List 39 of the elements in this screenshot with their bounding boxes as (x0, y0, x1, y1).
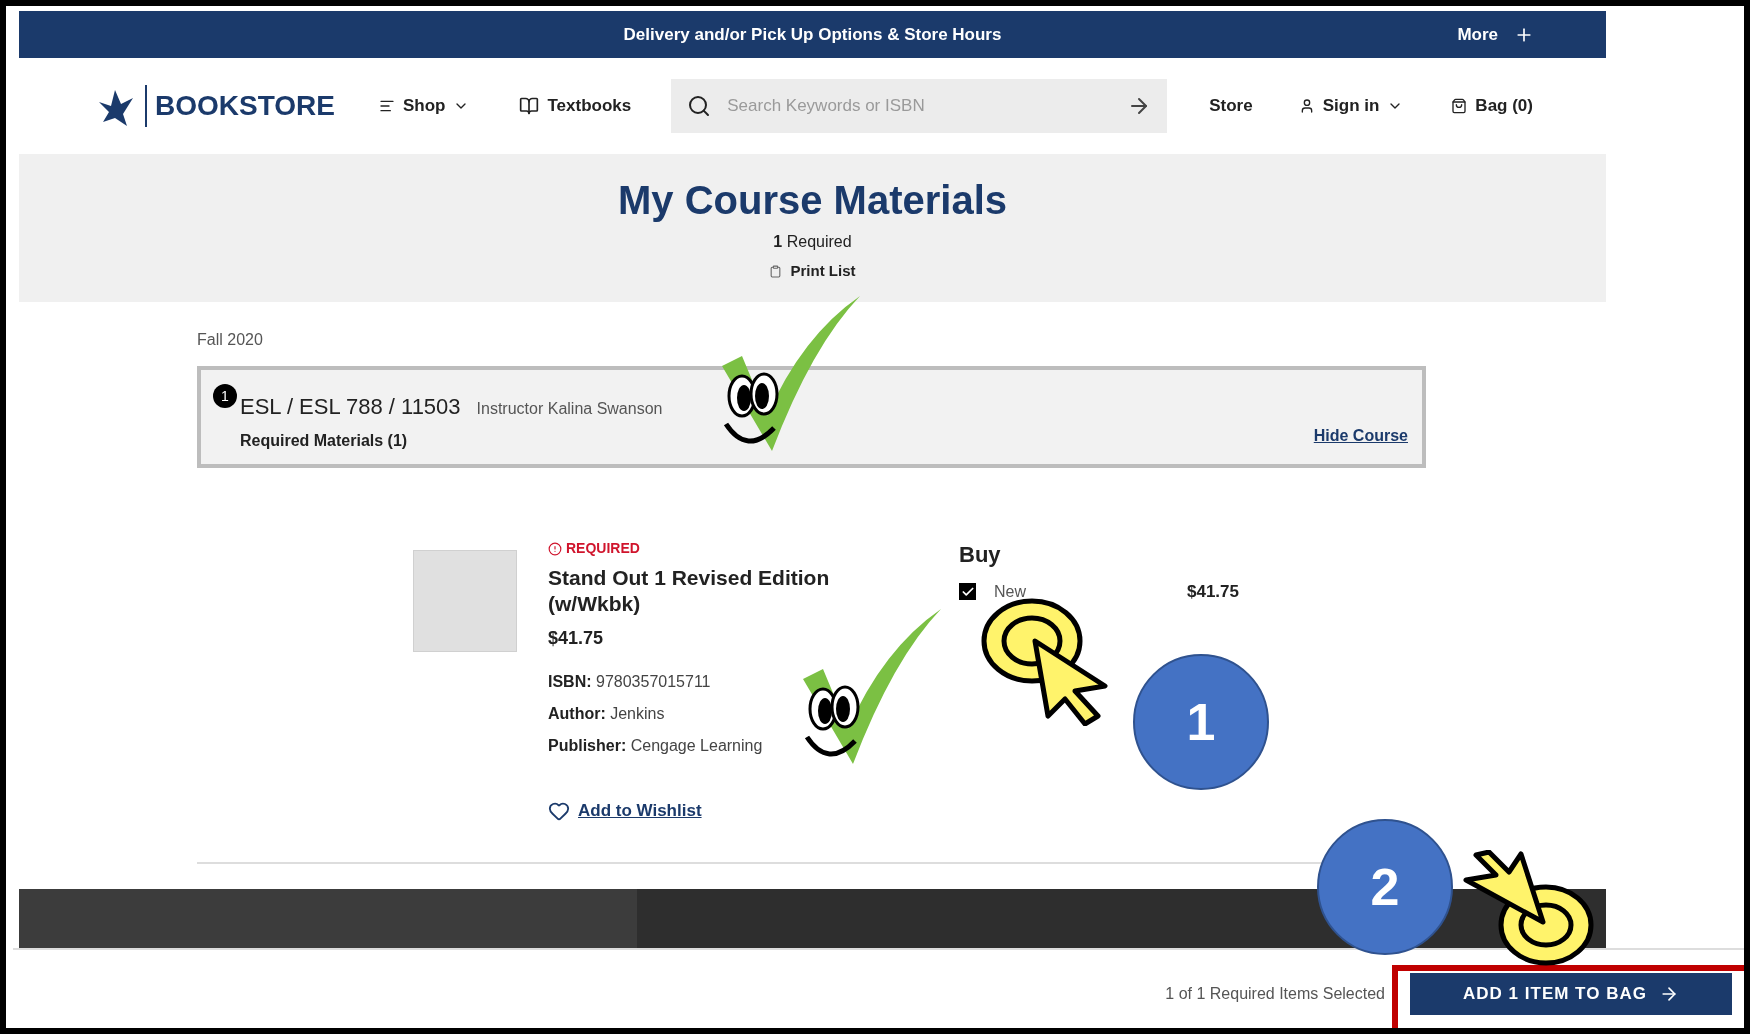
required-label: REQUIRED (548, 538, 640, 559)
clipboard-icon (769, 264, 783, 278)
checkbox[interactable] (959, 583, 976, 601)
menu-icon (378, 98, 395, 114)
add-to-wishlist-link[interactable]: Add to Wishlist (548, 798, 948, 824)
page-title: My Course Materials (618, 177, 1007, 224)
bag-link[interactable]: Bag (0) (1451, 93, 1533, 119)
step-number-callout: 1 (1133, 654, 1269, 790)
sign-in-menu[interactable]: Sign in (1298, 93, 1404, 119)
announcement-text[interactable]: Delivery and/or Pick Up Options & Store Hours (623, 21, 1002, 48)
book-icon (519, 96, 540, 116)
bookstore-logo[interactable]: BOOKSTORE (97, 84, 335, 128)
product-price: $41.75 (548, 627, 605, 650)
add-to-bag-button[interactable]: ADD 1 ITEM TO BAG (1410, 973, 1732, 1015)
alert-icon (548, 541, 562, 556)
product-title: Stand Out 1 Revised Edition (w/Wkbk) (548, 565, 831, 617)
course-number-badge: 1 (213, 384, 237, 408)
search-icon (687, 94, 712, 118)
shop-menu[interactable]: Shop (378, 93, 470, 119)
course-name: ESL / ESL 788 / 11503 (240, 393, 461, 421)
product-detail: Publisher: Cengage Learning (548, 736, 764, 756)
search-field[interactable]: Search Keywords or ISBN (671, 79, 1168, 133)
step-number-callout: 2 (1317, 819, 1453, 955)
bag-icon (1451, 98, 1468, 114)
product-detail: ISBN: 9780357015711 (548, 672, 712, 692)
term-label: Fall 2020 (197, 330, 264, 350)
product-detail: Author: Jenkins (548, 704, 666, 724)
condition-label: New (994, 581, 1026, 602)
store-link[interactable]: Store (1209, 93, 1253, 119)
option-price: $41.75 (1187, 581, 1239, 603)
more-button[interactable]: More (1457, 21, 1534, 48)
instructor-name: Instructor Kalina Swanson (476, 399, 663, 419)
selection-status: 1 of 1 Required Items Selected (1165, 984, 1385, 1004)
print-list-button[interactable]: Print List (769, 260, 856, 283)
required-count: 1 Required (773, 232, 852, 252)
textbooks-link[interactable]: Textbooks (519, 93, 632, 119)
required-materials-label: Required Materials (1) (240, 431, 409, 451)
hide-course-link[interactable]: Hide Course (1313, 424, 1408, 448)
buy-heading: Buy (959, 541, 1002, 569)
